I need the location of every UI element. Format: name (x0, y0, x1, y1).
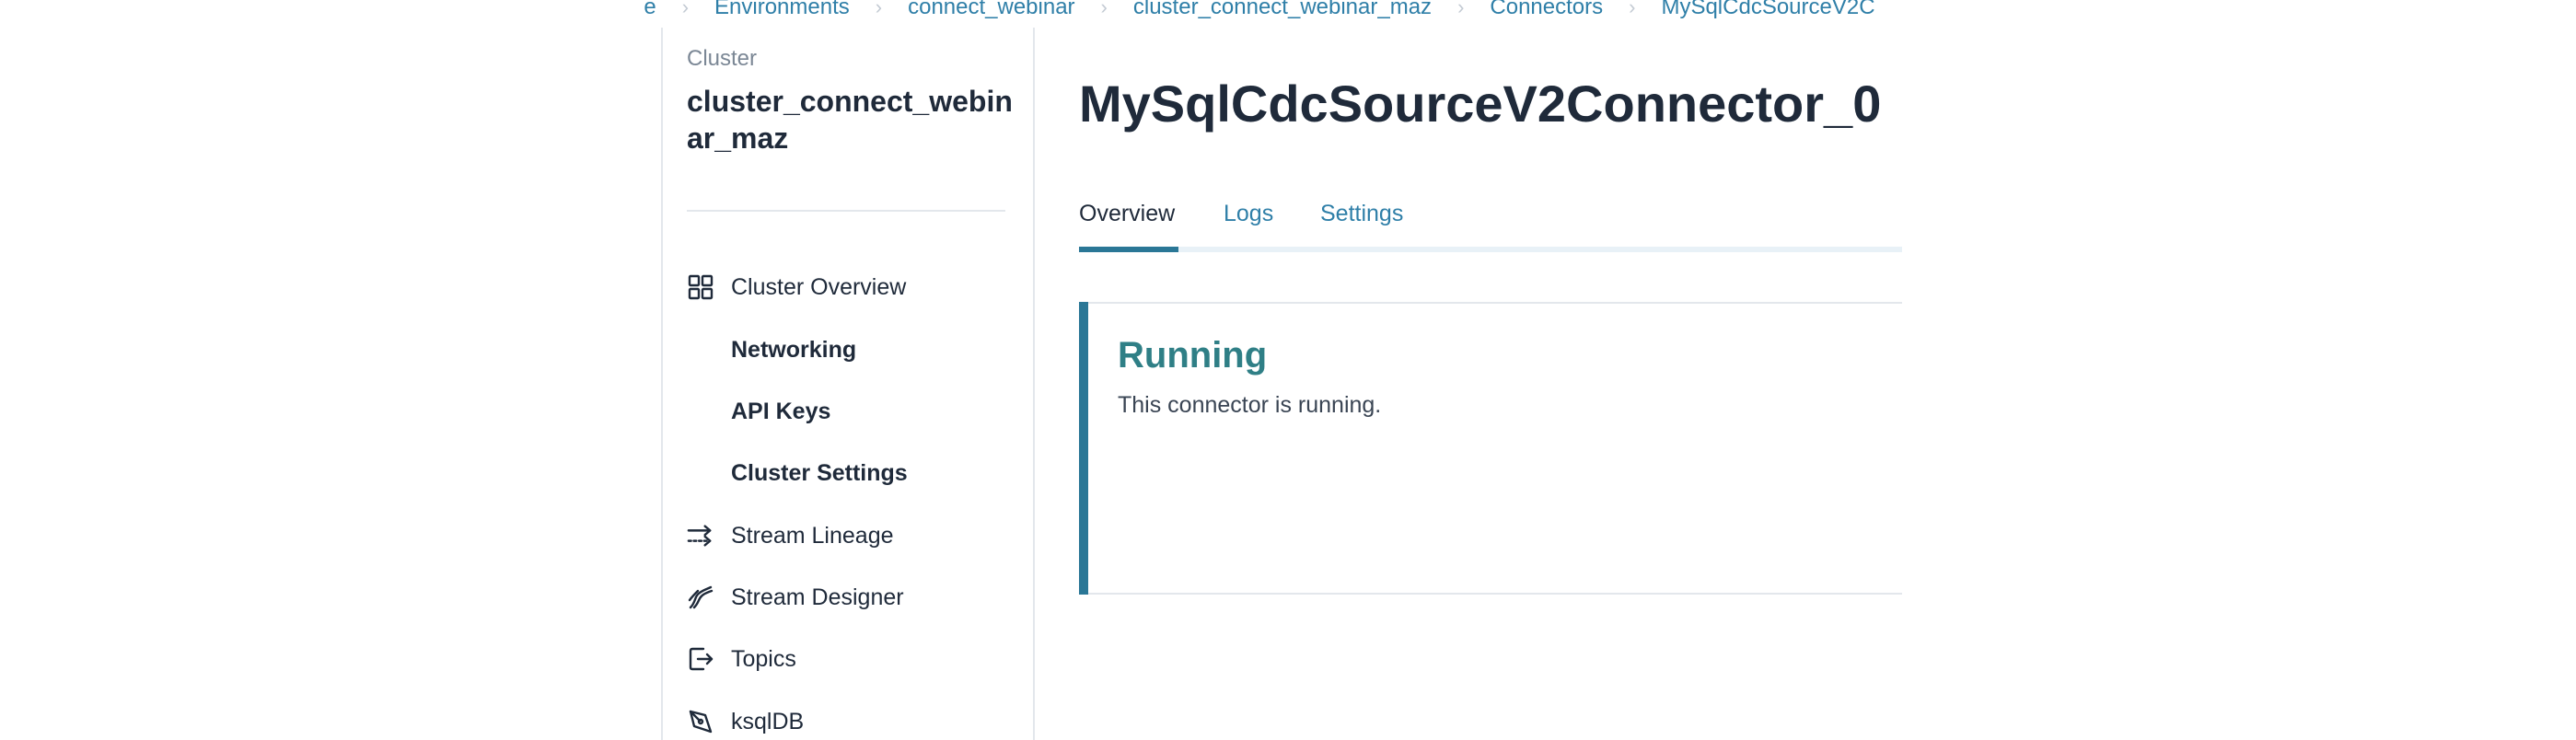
sidebar-item-stream-lineage[interactable]: Stream Lineage (687, 517, 894, 554)
grid-icon (687, 273, 714, 301)
sidebar-item-label: Cluster Overview (731, 273, 907, 300)
app-frame: ne › Environments › connect_webinar › cluster_… (0, 0, 2576, 740)
cluster-caption: Cluster (687, 46, 758, 71)
sidebar-item-ksqldb[interactable]: ksqlDB (687, 703, 804, 740)
connector-status-card: Running This connector is running. (1079, 302, 1902, 595)
tab-logs[interactable]: Logs (1224, 201, 1273, 227)
breadcrumb-separator: › (1457, 0, 1465, 18)
sidebar-item-label: ksqlDB (731, 708, 805, 734)
sidebar-item-label: Cluster Settings (731, 459, 908, 486)
breadcrumb-environment[interactable]: connect_webinar (908, 0, 1074, 20)
breadcrumb: ne › Environments › connect_webinar › cluster_… (644, 0, 1902, 22)
cluster-name: cluster_connect_webinar_maz (687, 85, 1013, 155)
connector-tabs: Overview Logs Settings (1079, 201, 1902, 245)
breadcrumb-home[interactable]: ne (644, 0, 656, 20)
breadcrumb-connector[interactable]: MySqlCdcSourceV2C (1661, 0, 1874, 20)
breadcrumb-separator: › (681, 0, 690, 18)
connector-main: MySqlCdcSourceV2Connector_0 Overview Log… (1079, 28, 1902, 740)
tabs-track (1079, 247, 1902, 252)
sidebar-item-label: Networking (731, 336, 857, 363)
designer-swirl-icon (687, 584, 714, 611)
sidebar-item-cluster-overview[interactable]: Cluster Overview (687, 269, 906, 306)
status-description: This connector is running. (1118, 392, 1382, 418)
sidebar-item-label: Stream Lineage (731, 522, 894, 549)
breadcrumb-cluster[interactable]: cluster_connect_webinar_maz (1133, 0, 1432, 20)
breadcrumb-separator: › (875, 0, 883, 18)
active-tab-indicator (1079, 247, 1178, 252)
ksqldb-pen-icon (687, 708, 714, 735)
lineage-arrows-icon (687, 522, 714, 549)
sidebar-divider (687, 210, 1005, 212)
sidebar-item-label: Topics (731, 645, 796, 672)
status-accent-bar (1079, 302, 1088, 595)
status-title: Running (1118, 335, 1268, 376)
cluster-sidebar: Cluster cluster_connect_webinar_maz Clus… (661, 28, 1035, 740)
page-title: MySqlCdcSourceV2Connector_0 (1079, 75, 1882, 133)
breadcrumb-connectors[interactable]: Connectors (1490, 0, 1603, 20)
sidebar-item-label: Stream Designer (731, 584, 904, 610)
sidebar-item-topics[interactable]: Topics (687, 641, 796, 677)
sidebar-item-label: API Keys (731, 398, 831, 424)
breadcrumb-environments[interactable]: Environments (714, 0, 850, 20)
tab-overview[interactable]: Overview (1079, 201, 1175, 227)
tab-settings[interactable]: Settings (1320, 201, 1403, 227)
sidebar-item-stream-designer[interactable]: Stream Designer (687, 579, 904, 616)
breadcrumb-separator: › (1629, 0, 1636, 18)
breadcrumb-separator: › (1100, 0, 1108, 18)
topics-exit-icon (687, 645, 714, 673)
